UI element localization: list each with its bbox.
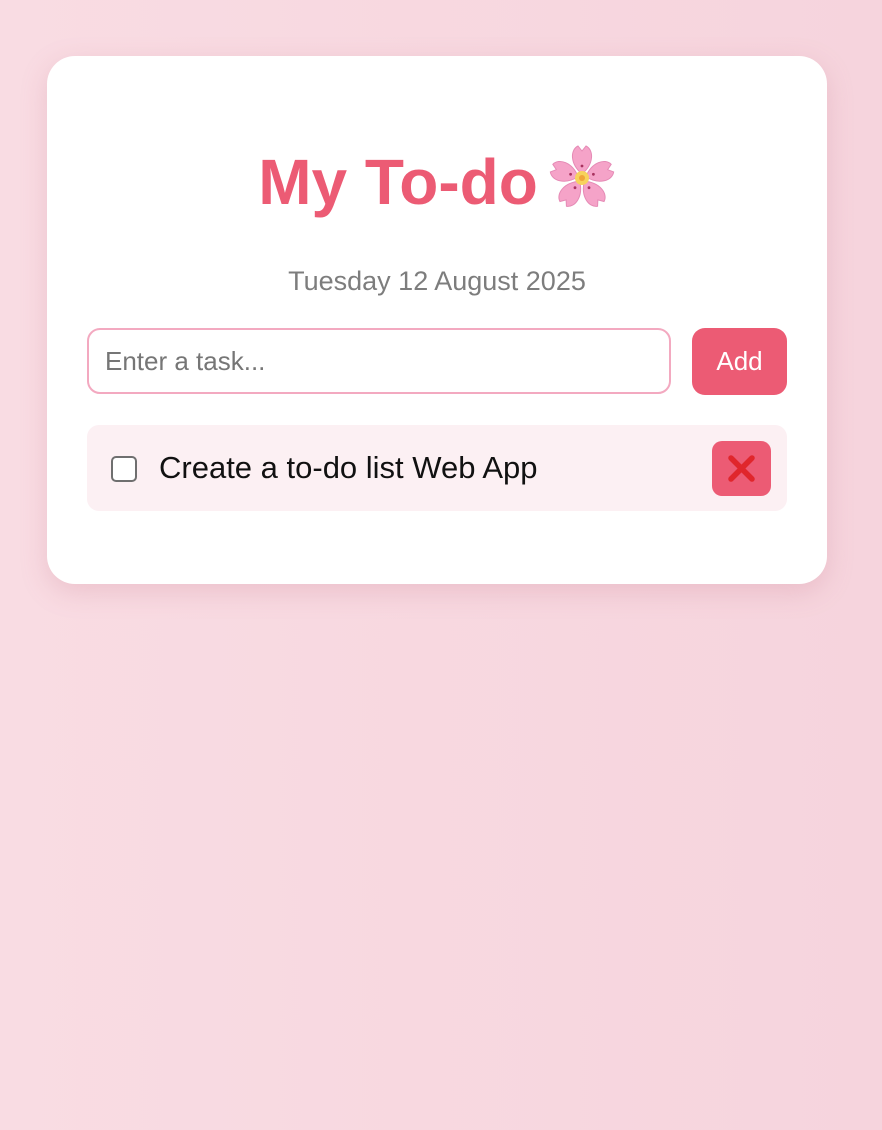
task-list: Create a to-do list Web App (87, 425, 787, 511)
task-text: Create a to-do list Web App (159, 450, 538, 485)
task-item: Create a to-do list Web App (87, 425, 787, 511)
task-input[interactable] (87, 328, 671, 394)
cherry-blossom-icon (548, 144, 616, 212)
close-icon (728, 455, 755, 482)
delete-task-button[interactable] (712, 441, 771, 496)
app-title: My To-do (258, 146, 538, 218)
todo-card: My To-do Tuesday 12 August 2025 Enter a … (47, 56, 827, 584)
page-title: My To-do (47, 144, 827, 220)
task-checkbox[interactable] (111, 456, 137, 482)
add-button[interactable]: Add (692, 328, 787, 395)
current-date: Tuesday 12 August 2025 (288, 266, 586, 296)
